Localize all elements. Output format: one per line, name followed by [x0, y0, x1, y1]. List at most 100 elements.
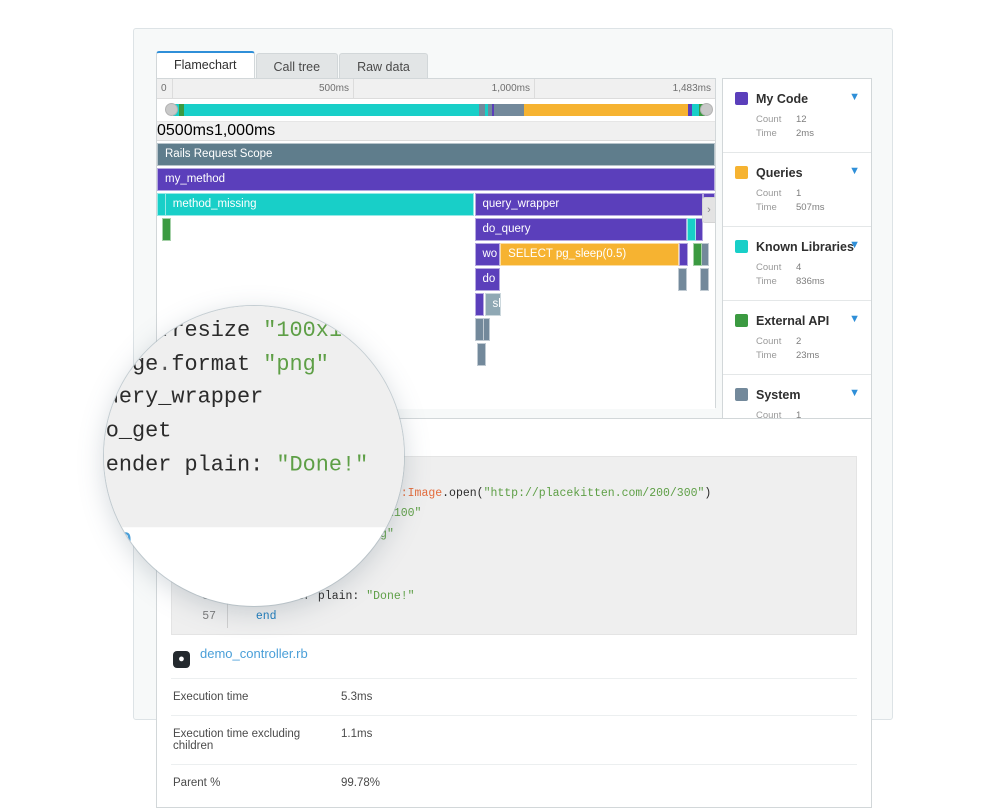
tab-call-tree[interactable]: Call tree	[255, 53, 339, 79]
code-token: .	[304, 527, 312, 541]
legend-item-queries[interactable]: Queries ▼ Count 1 Time 507ms	[723, 153, 871, 227]
flame-frame[interactable]	[686, 218, 696, 241]
code-token: image	[242, 527, 305, 541]
flame-frame[interactable]: Rails Request Scope	[157, 143, 715, 166]
legend-label: Queries	[756, 166, 803, 180]
legend-count-value: 4	[796, 262, 802, 273]
minimap-handle-right[interactable]	[700, 103, 713, 116]
detail-ruler-tick: 0	[157, 122, 166, 139]
code-line: 51 image = MiniMagick::Image.open("http:…	[172, 483, 856, 505]
legend-time-label: Time	[756, 202, 777, 213]
code-line-number: 57	[172, 607, 228, 628]
detail-ruler-tick: 500ms	[165, 122, 214, 139]
legend-swatch	[735, 388, 748, 401]
detail-title: DemoController#my_method	[171, 431, 857, 447]
chevron-down-icon[interactable]: ▼	[849, 165, 860, 177]
legend-stats: Count 4 Time 836ms	[735, 261, 859, 289]
legend-time-value: 23ms	[796, 350, 820, 361]
minimap[interactable]	[157, 99, 715, 122]
flame-frame[interactable]: query_wrapper	[474, 193, 704, 216]
legend-stats: Count 12 Time 2ms	[735, 113, 859, 141]
detail-time-ruler: 0 500ms 1,000ms	[157, 122, 715, 141]
overview-ruler-tick: 1,483ms	[672, 83, 711, 94]
code-token: format	[311, 527, 360, 541]
detail-title-text: DemoController#my_method	[194, 431, 387, 447]
detail-row-value: 5.3ms	[341, 690, 373, 703]
flame-frame[interactable]: do	[474, 268, 501, 291]
chevron-down-icon[interactable]: ▼	[849, 387, 860, 399]
minimap-handle-left[interactable]	[165, 103, 178, 116]
code-token: .open(	[442, 486, 484, 500]
source-file-link[interactable]: demo_controller.rb	[200, 646, 308, 661]
legend-swatch	[735, 92, 748, 105]
chevron-down-icon[interactable]: ▼	[849, 239, 860, 251]
legend-swatch	[735, 240, 748, 253]
flame-frame[interactable]: do_query	[474, 218, 687, 241]
minimap-segment	[494, 104, 525, 116]
code-line-number: 52	[172, 504, 228, 525]
minimap-segment	[524, 104, 688, 116]
overview-ruler-tick: 500ms	[173, 79, 354, 98]
flame-frame[interactable]	[678, 268, 688, 291]
flame-frame[interactable]	[157, 193, 166, 216]
tab-raw-data[interactable]: Raw data	[339, 53, 428, 79]
code-line-number: 50	[172, 463, 228, 484]
category-legend-panel: My Code ▼ Count 12 Time 2ms Queries ▼ Count 1 Time…	[722, 78, 872, 449]
legend-time-label: Time	[756, 276, 777, 287]
flame-frame[interactable]	[678, 243, 688, 266]
code-line-number: 55	[172, 565, 228, 587]
flame-frame[interactable]	[699, 268, 709, 291]
code-token: image	[242, 486, 312, 500]
code-line: 55 do_get	[172, 565, 856, 587]
tab-flamechart[interactable]: Flamechart	[156, 51, 255, 79]
flame-frame[interactable]	[162, 218, 172, 241]
flamechart-canvas[interactable]: sl do SELECT pg_sleep(0.5) wo do_query query_…	[157, 141, 715, 409]
code-token: )	[704, 486, 712, 500]
flame-frame[interactable]	[477, 343, 487, 366]
legend-label: Known Libraries	[756, 240, 854, 254]
code-token: image	[242, 507, 305, 521]
code-token: end	[255, 610, 277, 624]
legend-time-value: 507ms	[796, 202, 825, 213]
legend-label: External API	[756, 314, 830, 328]
legend-item-external-api[interactable]: External API ▼ Count 2 Time 23ms	[723, 301, 871, 375]
minimap-track[interactable]	[173, 104, 705, 116]
flame-frame[interactable]	[474, 318, 484, 341]
chevron-down-icon[interactable]: ▼	[849, 91, 860, 103]
legend-swatch	[735, 314, 748, 327]
legend-time-value: 836ms	[796, 276, 825, 287]
legend-time-label: Time	[756, 350, 777, 361]
code-line: 52 image.resize "100x100"	[172, 504, 856, 525]
code-line-number: 53	[172, 524, 228, 546]
flame-frame[interactable]: method_missing	[164, 193, 475, 216]
legend-item-my-code[interactable]: My Code ▼ Count 12 Time 2ms	[723, 79, 871, 153]
source-file-row[interactable]: ● demo_controller.rb	[171, 635, 857, 679]
chevron-down-icon[interactable]: ▼	[849, 313, 860, 325]
flame-frame[interactable]: my_method	[157, 168, 715, 191]
legend-count-label: Count	[756, 262, 782, 273]
code-line: 54 query_wrapper	[172, 545, 856, 566]
code-line: 56 render plain: "Done!"	[172, 586, 856, 608]
flame-frame[interactable]: wo	[474, 243, 501, 266]
code-line: 57 end	[172, 607, 856, 628]
legend-item-known-libraries[interactable]: Known Libraries ▼ Count 4 Time 836ms	[723, 227, 871, 301]
code-token: =	[311, 486, 318, 500]
legend-stats: Count 2 Time 23ms	[735, 335, 859, 363]
code-token: resize	[311, 507, 360, 521]
detail-row: Execution time excluding children 1.1ms	[171, 716, 857, 765]
legend-count-label: Count	[756, 114, 782, 125]
collapse-panel-handle[interactable]: ›	[702, 197, 715, 223]
overview-ruler-tick: 1,000ms	[354, 79, 535, 98]
legend-count-label: Count	[756, 188, 782, 199]
flame-frame[interactable]: sl	[484, 293, 501, 316]
legend-count-value: 2	[796, 336, 802, 347]
code-token: my_method	[276, 466, 346, 479]
code-token: "100x100"	[359, 507, 422, 521]
profiler-card: Flamechart Call tree Raw data 0 500ms 1,000m…	[133, 28, 893, 808]
flame-frame[interactable]: SELECT pg_sleep(0.5)	[500, 243, 679, 266]
flame-frame[interactable]	[474, 293, 484, 316]
legend-count-value: 12	[796, 114, 807, 125]
flame-frame[interactable]	[693, 243, 703, 266]
